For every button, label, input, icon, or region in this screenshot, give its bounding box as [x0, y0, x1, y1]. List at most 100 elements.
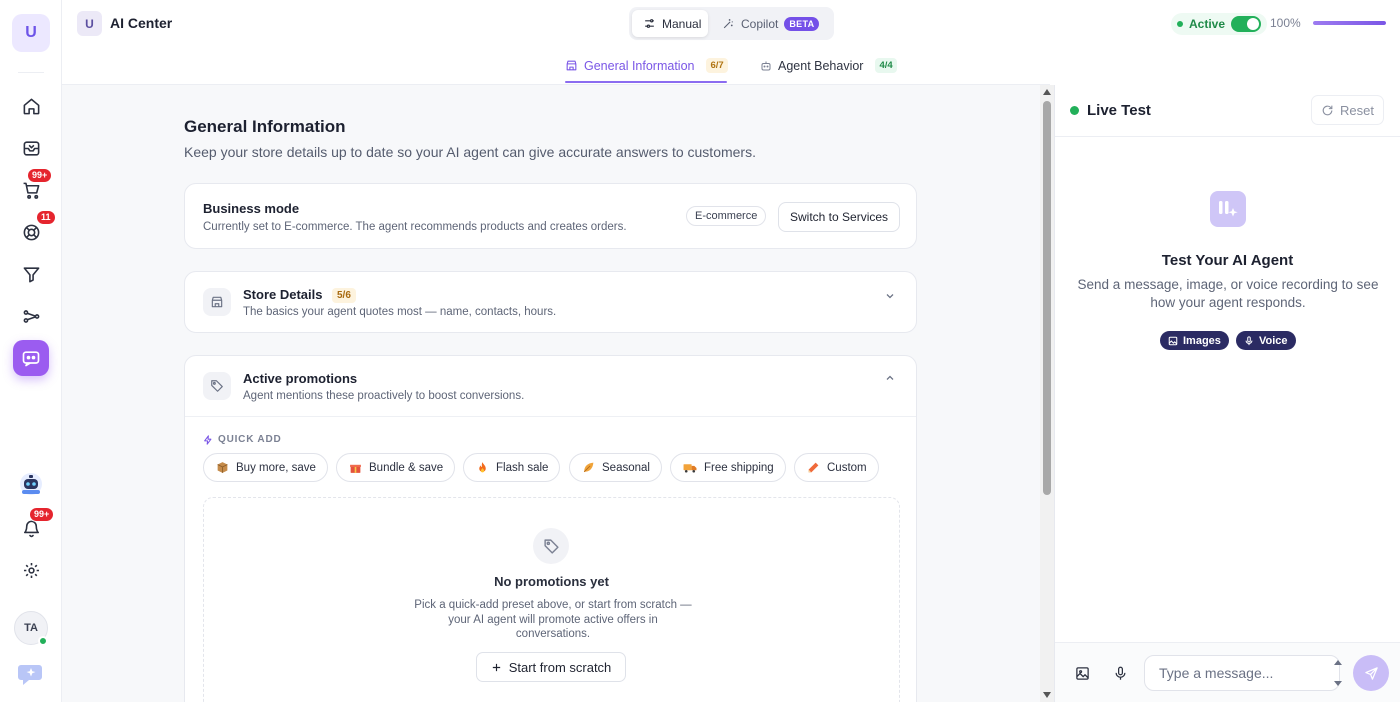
- store-details-count: 5/6: [332, 288, 356, 303]
- tab-agent-behavior-count: 4/4: [875, 58, 897, 73]
- active-status-dot: [1177, 21, 1183, 27]
- message-input[interactable]: [1144, 655, 1340, 691]
- preset-free-shipping[interactable]: Free shipping: [670, 453, 786, 482]
- preset-seasonal[interactable]: Seasonal: [569, 453, 662, 482]
- store-details-title: Store Details: [243, 287, 323, 302]
- promotions-icon-box: [203, 372, 231, 400]
- user-initials: TA: [24, 622, 38, 634]
- message-composer: [1055, 642, 1400, 702]
- test-agent-subtitle: Send a message, image, or voice recordin…: [1071, 276, 1385, 312]
- filter-icon: [23, 266, 39, 282]
- reset-label: Reset: [1340, 102, 1374, 118]
- scroll-up-arrow[interactable]: [1043, 89, 1051, 95]
- beta-badge: BETA: [784, 16, 820, 31]
- live-test-header: Live Test Reset: [1055, 85, 1400, 137]
- app-badge-letter: U: [85, 16, 94, 31]
- tab-agent-behavior-label: Agent Behavior: [778, 58, 864, 73]
- preset-custom[interactable]: Custom: [794, 453, 879, 482]
- magic-wand-icon: [723, 19, 733, 29]
- completion-progress-fill: [1313, 21, 1386, 25]
- agent-active-toggle[interactable]: Active: [1171, 13, 1268, 35]
- tab-general-information[interactable]: General Information 6/7: [565, 47, 728, 84]
- settings-nav-button[interactable]: [13, 552, 49, 588]
- empty-state-line: Pick a quick-add preset above, or start …: [414, 599, 692, 611]
- voice-chip-label: Voice: [1259, 334, 1288, 347]
- tag-icon: [543, 538, 559, 554]
- bot-avatar-button[interactable]: [13, 466, 49, 502]
- tab-agent-behavior[interactable]: Agent Behavior 4/4: [760, 47, 897, 84]
- cart-badge: 99+: [27, 168, 53, 183]
- fire-icon: [479, 462, 486, 473]
- attach-image-button[interactable]: [1075, 666, 1090, 681]
- integrations-nav-button[interactable]: [13, 298, 49, 334]
- stepper-arrows-icon: [1334, 660, 1342, 686]
- workspace-logo[interactable]: U: [12, 14, 50, 52]
- scroll-thumb[interactable]: [1043, 101, 1051, 495]
- send-icon: [1364, 666, 1378, 680]
- completion-percent: 100%: [1270, 16, 1301, 30]
- section-title: General Information: [184, 117, 346, 136]
- empty-state-line: your AI agent will promote active offers…: [448, 613, 658, 626]
- section-tabs: General Information 6/7 Agent Behavior 4…: [62, 47, 1050, 85]
- switch-to-services-button[interactable]: Switch to Services: [778, 202, 901, 232]
- empty-tag-icon-circle: [533, 528, 569, 564]
- promotions-collapse[interactable]: [884, 372, 896, 384]
- funnel-nav-button[interactable]: [13, 256, 49, 292]
- start-from-scratch-button[interactable]: Start from scratch: [476, 652, 626, 682]
- test-agent-title: Test Your AI Agent: [1161, 252, 1294, 269]
- business-mode-subtitle: Currently set to E-commerce. The agent r…: [203, 221, 627, 233]
- lightning-icon: [204, 434, 212, 445]
- robot-head-icon: [761, 61, 771, 70]
- send-message-button[interactable]: [1353, 655, 1389, 691]
- app-badge: U: [77, 11, 102, 36]
- empty-state-line: conversations.: [515, 628, 591, 640]
- scroll-down-arrow[interactable]: [1043, 692, 1051, 698]
- live-test-title: Live Test: [1087, 102, 1151, 119]
- refresh-icon: [1322, 105, 1333, 115]
- active-tab-indicator: [565, 81, 727, 83]
- mode-toggle: Manual Copilot BETA: [629, 7, 834, 40]
- active-promotions-card: Active promotions Agent mentions these p…: [184, 355, 917, 702]
- current-mode-chip: E-commerce: [686, 206, 767, 226]
- quick-add-text: QUICK ADD: [218, 434, 282, 445]
- home-icon: [23, 98, 39, 114]
- test-agent-subtitle-line: how your agent responds.: [1150, 295, 1306, 310]
- preset-buy-more-save[interactable]: Buy more, save: [203, 453, 328, 482]
- manual-mode-button[interactable]: Manual: [632, 10, 708, 37]
- assistant-launcher-button[interactable]: [13, 656, 49, 692]
- store-icon: [211, 296, 223, 308]
- record-voice-button[interactable]: [1113, 666, 1128, 681]
- preset-label: Free shipping: [704, 461, 774, 474]
- inbox-nav-button[interactable]: [13, 130, 49, 166]
- active-switch[interactable]: [1231, 16, 1262, 32]
- home-nav-button[interactable]: [13, 88, 49, 124]
- sliders-icon: [645, 19, 654, 28]
- main-scrollbar[interactable]: [1040, 85, 1054, 702]
- business-mode-title: Business mode: [203, 201, 300, 216]
- store-details-expand[interactable]: [884, 290, 896, 302]
- live-test-panel: Live Test Reset Test Your AI Agent Send …: [1054, 85, 1400, 702]
- inbox-icon: [23, 140, 39, 156]
- input-resize-stepper[interactable]: [1333, 658, 1343, 688]
- package-icon: [217, 462, 228, 473]
- reset-button[interactable]: Reset: [1311, 95, 1384, 125]
- ai-center-nav-button[interactable]: [13, 340, 49, 376]
- left-rail: U 99+ 11 99+ TA: [0, 0, 62, 702]
- promotions-divider: [185, 416, 916, 417]
- store-details-icon-box: [203, 288, 231, 316]
- preset-flash-sale[interactable]: Flash sale: [463, 453, 561, 482]
- rail-divider: [18, 72, 44, 73]
- preset-bundle-save[interactable]: Bundle & save: [336, 453, 456, 482]
- ai-chat-icon: [22, 351, 40, 367]
- microphone-icon: [1115, 666, 1126, 680]
- gear-icon: [23, 562, 39, 578]
- business-mode-card: Business mode Currently set to E-commerc…: [184, 183, 917, 249]
- preset-label: Buy more, save: [236, 461, 316, 474]
- preset-label: Bundle & save: [369, 461, 444, 474]
- copilot-mode-button[interactable]: Copilot BETA: [714, 10, 830, 37]
- preset-label: Flash sale: [496, 461, 549, 474]
- truck-icon: [683, 464, 697, 473]
- empty-state-text: Pick a quick-add preset above, or start …: [402, 598, 704, 642]
- store-details-card[interactable]: Store Details 5/6 The basics your agent …: [184, 271, 917, 333]
- leaf-icon: [583, 462, 594, 473]
